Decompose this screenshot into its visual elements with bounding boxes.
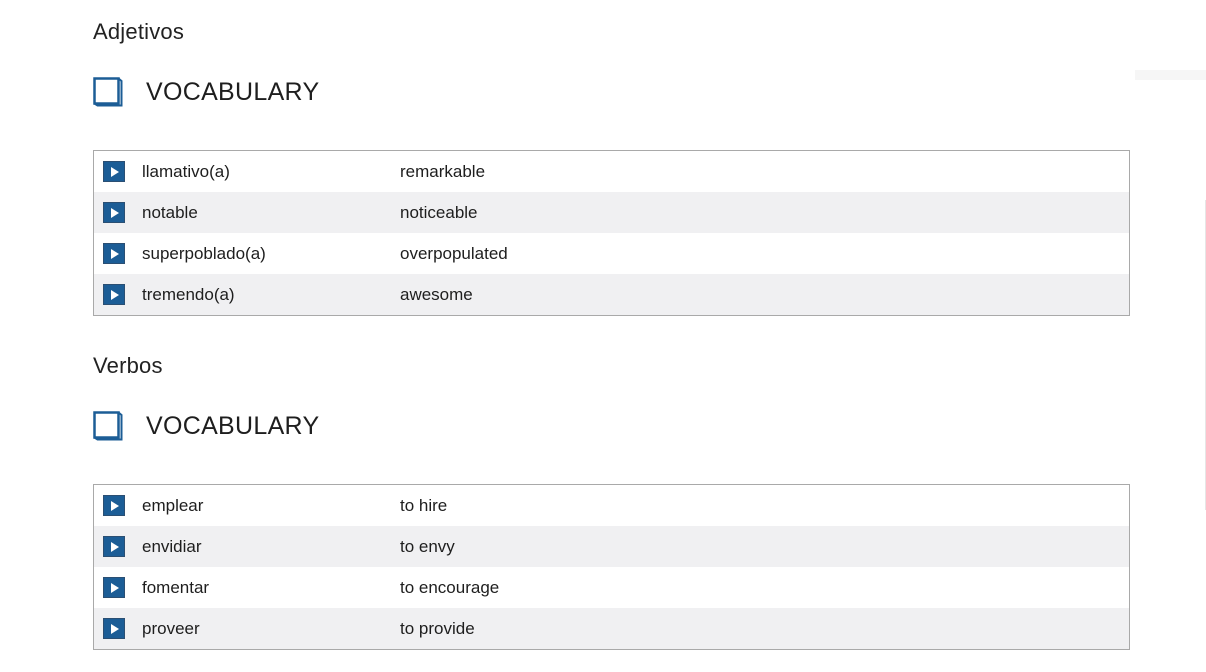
vocab-row: envidiar to envy — [94, 526, 1129, 567]
vocab-meaning: to provide — [400, 618, 475, 638]
vocabulary-header: VOCABULARY — [93, 74, 1130, 110]
vocabulary-table: emplear to hire envidiar to envy fomenta… — [93, 484, 1130, 650]
play-icon — [111, 623, 119, 634]
vocabulary-label: VOCABULARY — [146, 411, 320, 440]
vocab-row: superpoblado(a) overpopulated — [94, 233, 1129, 274]
play-audio-button[interactable] — [103, 536, 125, 557]
vocab-row: notable noticeable — [94, 192, 1129, 233]
play-icon — [111, 541, 119, 552]
play-icon — [111, 289, 119, 300]
vocab-term: proveer — [142, 618, 200, 638]
vocab-row: tremendo(a) awesome — [94, 274, 1129, 315]
play-icon — [111, 500, 119, 511]
section-title: Verbos — [93, 353, 163, 378]
book-icon — [93, 411, 123, 441]
vocab-meaning: overpopulated — [400, 243, 508, 263]
vocab-meaning: to encourage — [400, 577, 500, 597]
play-icon — [111, 166, 119, 177]
play-icon — [111, 582, 119, 593]
play-audio-button[interactable] — [103, 577, 125, 598]
vocab-meaning: to hire — [400, 495, 448, 515]
vocab-term: notable — [142, 202, 198, 222]
play-audio-button[interactable] — [103, 243, 125, 264]
vocab-term: superpoblado(a) — [142, 243, 266, 263]
vocab-meaning: to envy — [400, 536, 455, 556]
section-verbos: Verbos VOCABULARY emplear to hire envidi… — [93, 351, 1130, 650]
vocab-row: llamativo(a) remarkable — [94, 151, 1129, 192]
vocabulary-label: VOCABULARY — [146, 77, 320, 106]
scroll-shade — [1135, 70, 1206, 80]
play-audio-button[interactable] — [103, 495, 125, 516]
vocab-meaning: noticeable — [400, 202, 478, 222]
vocabulary-page: Adjetivos VOCABULARY llamativo(a) remark… — [0, 0, 1206, 672]
vocabulary-table: llamativo(a) remarkable notable noticeab… — [93, 150, 1130, 316]
vocabulary-header: VOCABULARY — [93, 408, 1130, 444]
vocab-row: emplear to hire — [94, 485, 1129, 526]
vocab-row: proveer to provide — [94, 608, 1129, 649]
play-audio-button[interactable] — [103, 161, 125, 182]
play-audio-button[interactable] — [103, 284, 125, 305]
play-icon — [111, 248, 119, 259]
section-adjetivos: Adjetivos VOCABULARY llamativo(a) remark… — [93, 17, 1130, 316]
vocab-row: fomentar to encourage — [94, 567, 1129, 608]
vocab-term: emplear — [142, 495, 204, 515]
vocab-term: envidiar — [142, 536, 202, 556]
book-icon — [93, 77, 123, 107]
vocab-term: fomentar — [142, 577, 210, 597]
vocab-term: llamativo(a) — [142, 161, 230, 181]
vocab-meaning: remarkable — [400, 161, 486, 181]
play-audio-button[interactable] — [103, 618, 125, 639]
play-icon — [111, 207, 119, 218]
vocab-meaning: awesome — [400, 284, 473, 304]
section-title: Adjetivos — [93, 19, 185, 44]
play-audio-button[interactable] — [103, 202, 125, 223]
vocab-term: tremendo(a) — [142, 284, 235, 304]
